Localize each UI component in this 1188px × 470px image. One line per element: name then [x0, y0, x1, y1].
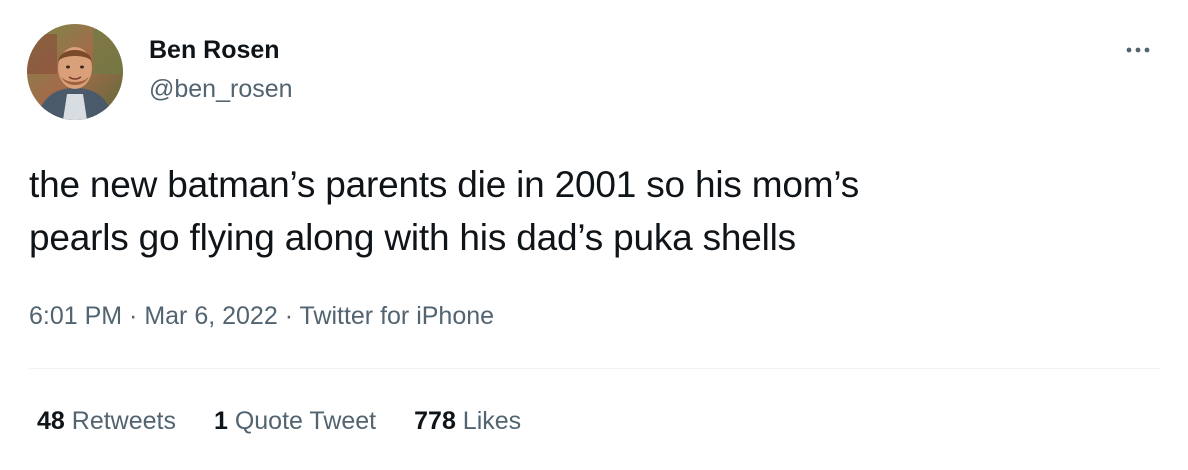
avatar[interactable] [27, 24, 123, 120]
retweets-label: Retweets [64, 407, 176, 435]
author-display-name[interactable]: Ben Rosen [149, 34, 280, 66]
quote-tweets-stat[interactable]: 1 Quote Tweet [214, 405, 376, 437]
tweet-time-link[interactable]: 6:01 PM [29, 302, 122, 330]
tweet-date-link[interactable]: Mar 6, 2022 [144, 302, 277, 330]
divider [29, 368, 1160, 369]
likes-label: Likes [455, 407, 522, 435]
avatar-photo [27, 24, 123, 120]
tweet-text-line: pearls go flying along with his dad’s pu… [29, 217, 796, 258]
tweet-stats: 48 Retweets 1 Quote Tweet 778 Likes [37, 405, 559, 437]
quote-tweets-label: Quote Tweet [227, 407, 377, 435]
tweet-metadata: 6:01 PM · Mar 6, 2022 · Twitter for iPho… [29, 300, 494, 332]
likes-count: 778 [414, 407, 456, 435]
meta-separator: · [122, 302, 145, 330]
tweet-text-line: the new batman’s parents die in 2001 so … [29, 164, 860, 205]
retweets-count: 48 [37, 407, 65, 435]
quote-tweets-count: 1 [213, 407, 228, 435]
meta-separator: · [277, 302, 300, 330]
author-handle[interactable]: @ben_rosen [149, 73, 293, 105]
likes-stat[interactable]: 778 Likes [414, 405, 521, 437]
retweets-stat[interactable]: 48 Retweets [37, 405, 176, 437]
tweet-source-link[interactable]: Twitter for iPhone [300, 302, 495, 330]
more-horizontal-icon [1126, 47, 1150, 53]
more-options-button[interactable] [1119, 36, 1159, 64]
tweet-card: Ben Rosen @ben_rosen the new batman’s pa… [0, 0, 1188, 470]
tweet-text: the new batman’s parents die in 2001 so … [29, 158, 1149, 264]
